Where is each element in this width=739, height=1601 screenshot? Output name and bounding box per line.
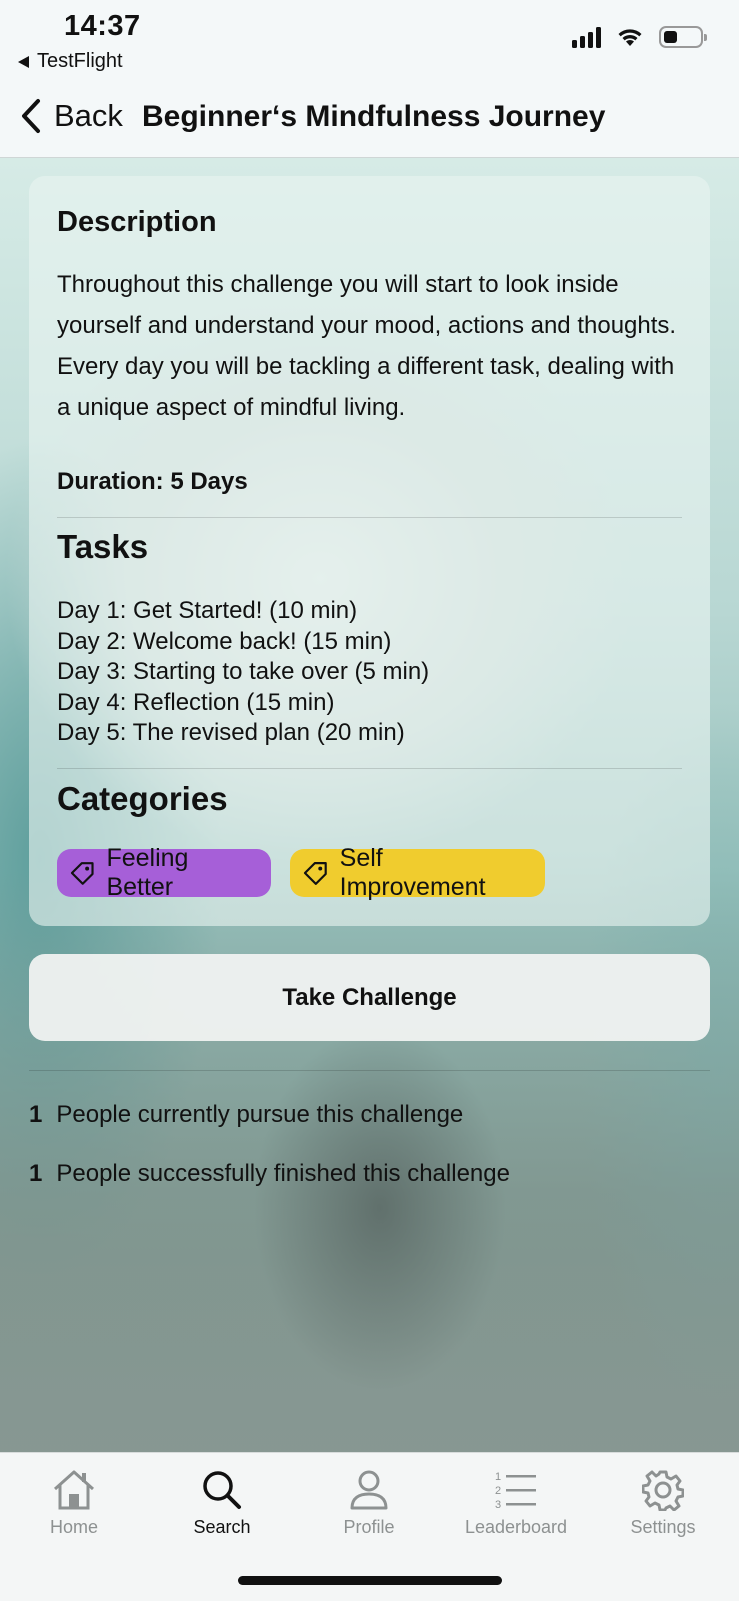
svg-text:1: 1: [495, 1471, 501, 1483]
stat-text: People successfully finished this challe…: [56, 1160, 510, 1187]
challenge-details-card: Description Throughout this challenge yo…: [29, 176, 710, 926]
tab-label: Settings: [630, 1517, 696, 1537]
description-heading: Description: [57, 206, 217, 238]
tab-settings[interactable]: Settings: [598, 1469, 728, 1538]
system-icons: [572, 26, 707, 48]
task-item: Day 1: Get Started! (10 min): [57, 597, 358, 624]
battery-icon: [659, 26, 707, 48]
stat-count: 1: [29, 1101, 43, 1128]
category-chip-self-improvement[interactable]: Self Improvement: [290, 844, 545, 901]
gear-icon: [642, 1470, 684, 1511]
svg-text:3: 3: [495, 1499, 501, 1511]
svg-text:2: 2: [495, 1485, 501, 1497]
divider: [57, 517, 682, 518]
stat-finished: 1 People successfully finished this chal…: [29, 1160, 510, 1188]
list-icon: 1 2 3: [495, 1471, 536, 1511]
description-text: Throughout this challenge you will start…: [57, 271, 677, 421]
tasks-list: Day 1: Get Started! (10 min) Day 2: Welc…: [57, 596, 429, 749]
back-to-app-link[interactable]: TestFlight: [18, 50, 123, 73]
tab-label: Leaderboard: [464, 1517, 568, 1537]
stat-count: 1: [29, 1160, 43, 1187]
take-challenge-button[interactable]: Take Challenge: [29, 954, 710, 1041]
task-item: Day 2: Welcome back! (15 min): [57, 627, 392, 655]
divider: [29, 1070, 710, 1071]
navigation-bar: Back Beginner‘s Mindfulness Journey: [0, 80, 739, 158]
stat-text: People currently pursue this challenge: [56, 1101, 464, 1128]
person-icon: [350, 1470, 388, 1510]
tag-icon: [70, 862, 94, 885]
back-button[interactable]: Back: [20, 98, 123, 134]
categories-heading: Categories: [57, 780, 228, 817]
status-time: 14:37: [64, 10, 141, 42]
tab-label: Profile: [343, 1517, 395, 1537]
category-chip-feeling-better[interactable]: Feeling Better: [57, 844, 271, 901]
category-label: Feeling Better: [106, 844, 189, 901]
divider: [57, 768, 682, 769]
task-item: Day 3: Starting to take over (5 min): [57, 658, 430, 685]
duration-text: Duration: 5 Days: [57, 468, 248, 495]
status-bar: 14:37 TestFlight: [0, 0, 739, 80]
tab-label: Home: [49, 1517, 98, 1537]
stat-current: 1 People currently pursue this challenge: [29, 1101, 463, 1129]
page-title: Beginner‘s Mindfulness Journey: [142, 100, 606, 133]
tab-profile[interactable]: Profile: [304, 1469, 434, 1538]
tab-label: Search: [193, 1517, 251, 1537]
category-chips: Feeling Better Self Improvement: [57, 844, 545, 901]
back-app-label: TestFlight: [37, 50, 123, 72]
task-item: Day 4: Reflection (15 min): [57, 688, 335, 716]
wifi-icon: [618, 29, 642, 46]
cellular-signal-icon: [572, 26, 601, 48]
category-label: Self Improvement: [339, 844, 486, 901]
tab-home[interactable]: Home: [9, 1469, 139, 1538]
back-triangle-icon: [18, 55, 29, 68]
back-label: Back: [54, 98, 123, 133]
tag-icon: [303, 862, 327, 885]
tab-leaderboard[interactable]: 1 2 3 Leaderboard: [451, 1469, 581, 1538]
home-icon: [53, 1470, 95, 1510]
home-indicator: [238, 1576, 502, 1585]
chevron-left-icon: [22, 99, 40, 133]
search-icon: [203, 1471, 241, 1509]
tab-search[interactable]: Search: [157, 1469, 287, 1538]
tasks-heading: Tasks: [57, 528, 149, 565]
task-item: Day 5: The revised plan (20 min): [57, 719, 405, 746]
